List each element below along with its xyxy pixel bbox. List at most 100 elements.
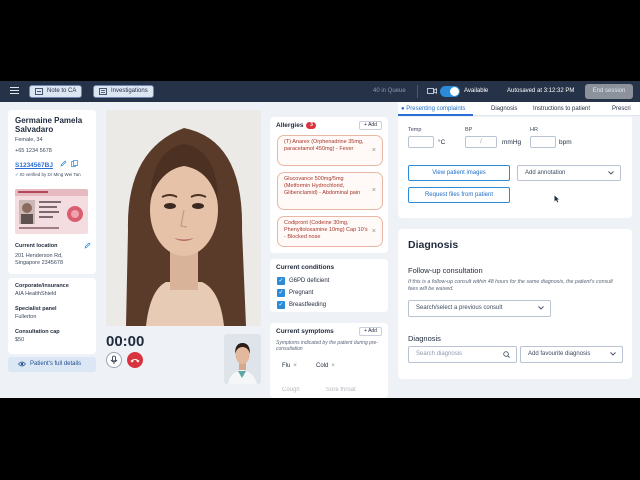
patient-name: Germaine Pamela Salvadaro — [15, 116, 83, 134]
cap-label: Consultation cap — [15, 329, 60, 335]
tab-presenting-complaints[interactable]: ● Presenting complaints — [401, 106, 465, 112]
edit-icon[interactable] — [60, 160, 67, 167]
doctor-self-view[interactable] — [224, 334, 261, 384]
symptoms-title: Current symptoms — [276, 328, 334, 335]
panel-value: Fullerton — [15, 314, 37, 320]
insurance-card: Corporate/insurance AIA HealthShield Spe… — [8, 278, 96, 354]
allergy-item: (T) Anarex (Orphenadrine 35mg, paracetam… — [277, 135, 383, 166]
copy-icon[interactable] — [71, 160, 78, 167]
symptom-chip: Flu × — [282, 363, 297, 369]
search-icon — [503, 351, 510, 358]
menu-icon[interactable] — [10, 87, 19, 95]
add-allergy-button[interactable]: + Add — [359, 121, 382, 130]
hang-up-icon — [130, 359, 140, 363]
note-to-ca-button[interactable]: Note to CA — [29, 85, 83, 98]
cap-value: $50 — [15, 337, 25, 343]
temp-unit: °C — [438, 139, 446, 146]
consult-tabs: ● Presenting complaints Diagnosis Instru… — [398, 102, 640, 116]
queue-count: 40 in Queue — [373, 88, 406, 94]
availability-toggle[interactable] — [440, 86, 460, 97]
chevron-down-icon — [608, 171, 614, 175]
remove-allergy-icon[interactable]: × — [372, 147, 376, 154]
symptoms-panel: Current symptoms + Add Symptoms indicate… — [270, 323, 388, 398]
mute-button[interactable] — [106, 352, 122, 368]
call-timer: 00:00 — [106, 333, 145, 350]
allergies-panel: Allergies 3 + Add (T) Anarex (Orphenadrin… — [270, 117, 388, 253]
investigations-button[interactable]: Investigations — [93, 85, 154, 98]
location-label: Current location — [15, 243, 58, 249]
patient-id-row: S1234567BJ — [15, 160, 78, 169]
telemedicine-app: Note to CA Investigations 40 in Queue Av… — [0, 81, 640, 398]
conditions-title: Current conditions — [276, 264, 335, 271]
doctor-video-image — [224, 334, 261, 384]
followup-title: Follow-up consultation — [408, 266, 483, 275]
patient-gender-age: Female, 34 — [15, 137, 43, 143]
id-card-image[interactable] — [15, 189, 88, 234]
condition-checkbox[interactable]: G6PD deficient — [277, 277, 329, 286]
edit-location-icon[interactable] — [84, 242, 91, 249]
symptom-chip: Sore throat — [326, 387, 356, 393]
hr-input[interactable] — [530, 136, 556, 148]
view-patient-images-button[interactable]: View patient images — [408, 165, 510, 181]
temp-input[interactable] — [408, 136, 434, 148]
hr-unit: bpm — [559, 139, 572, 146]
temp-label: Temp — [408, 127, 422, 133]
tab-prescription[interactable]: Prescri — [612, 106, 631, 112]
chevron-down-icon — [538, 306, 544, 310]
conditions-panel: Current conditions G6PD deficient Pregna… — [270, 259, 388, 312]
add-symptom-button[interactable]: + Add — [359, 327, 382, 336]
tab-diagnosis[interactable]: Diagnosis — [491, 106, 517, 112]
eye-icon — [18, 361, 26, 367]
request-files-button[interactable]: Request files from patient — [408, 187, 510, 203]
diagnosis-search-input[interactable]: Search diagnosis — [408, 346, 517, 363]
top-bar: Note to CA Investigations 40 in Queue Av… — [0, 81, 640, 102]
remove-allergy-icon[interactable]: × — [372, 228, 376, 235]
end-call-button[interactable] — [127, 352, 143, 368]
panel-label: Specialist panel — [15, 306, 57, 312]
diagnosis-label: Diagnosis — [408, 334, 441, 343]
patient-phone: +65 1234 5678 — [15, 148, 52, 154]
patient-full-details-button[interactable]: Patient's full details — [8, 357, 96, 372]
symptom-chip: Cough — [282, 387, 300, 393]
followup-note: If this is a follow-up consult within 48… — [408, 279, 613, 292]
add-annotation-select[interactable]: Add annotation — [517, 165, 621, 181]
allergies-title: Allergies 3 — [276, 122, 317, 129]
video-camera-icon[interactable] — [427, 87, 437, 95]
bp-unit: mmHg — [502, 139, 522, 146]
verified-icon: ✓ — [15, 172, 19, 177]
patient-info-card: Germaine Pamela Salvadaro Female, 34 +65… — [8, 110, 96, 274]
patient-location: 201 Henderson Rd, Singapore 2345678 — [15, 253, 64, 266]
symptom-chip: Cold × — [316, 363, 335, 369]
condition-checkbox[interactable]: Pregnant — [277, 289, 313, 298]
end-session-button[interactable]: End session — [585, 84, 633, 99]
patient-video-feed — [106, 110, 261, 326]
autosave-status: Autosaved at 3:12:32 PM — [507, 88, 575, 94]
id-verified-note: ✓ ID verified by Dr Ming Wei Tan — [15, 172, 81, 177]
patient-id-link[interactable]: S1234567BJ — [15, 162, 53, 169]
diagnosis-panel: Diagnosis Follow-up consultation If this… — [398, 229, 632, 379]
condition-checkbox[interactable]: Breastfeeding — [277, 301, 326, 310]
hr-label: HR — [530, 127, 538, 133]
microphone-icon — [110, 355, 118, 364]
active-tab-indicator — [398, 114, 473, 116]
allergy-item: Codipront (Codeine 30mg, Phenyltoloxamin… — [277, 216, 383, 247]
mouse-cursor-icon — [554, 195, 559, 203]
availability-label: Available — [464, 88, 489, 94]
id-card-graphic — [15, 189, 88, 234]
insurance-value: AIA HealthShield — [15, 291, 57, 297]
remove-allergy-icon[interactable]: × — [372, 187, 376, 194]
remove-symptom-icon[interactable]: × — [331, 363, 335, 369]
bp-input[interactable]: / — [465, 136, 497, 148]
symptoms-description: Symptoms indicated by the patient during… — [276, 340, 378, 352]
vitals-panel: Temp °C BP / mmHg HR bpm View patient im… — [398, 117, 632, 218]
bp-label: BP — [465, 127, 473, 133]
divider — [417, 85, 418, 98]
previous-consult-select[interactable]: Search/select a previous consult — [408, 300, 551, 317]
allergy-item: Glucovance 500mg/5mg (Metformin Hydrochl… — [277, 172, 383, 210]
diagnosis-title: Diagnosis — [408, 239, 459, 251]
chevron-down-icon — [610, 352, 616, 356]
tab-instructions[interactable]: Instructions to patient — [533, 106, 590, 112]
remove-symptom-icon[interactable]: × — [293, 363, 297, 369]
patient-video-image — [106, 110, 261, 326]
favourite-diagnosis-select[interactable]: Add favourite diagnosis — [520, 346, 623, 363]
